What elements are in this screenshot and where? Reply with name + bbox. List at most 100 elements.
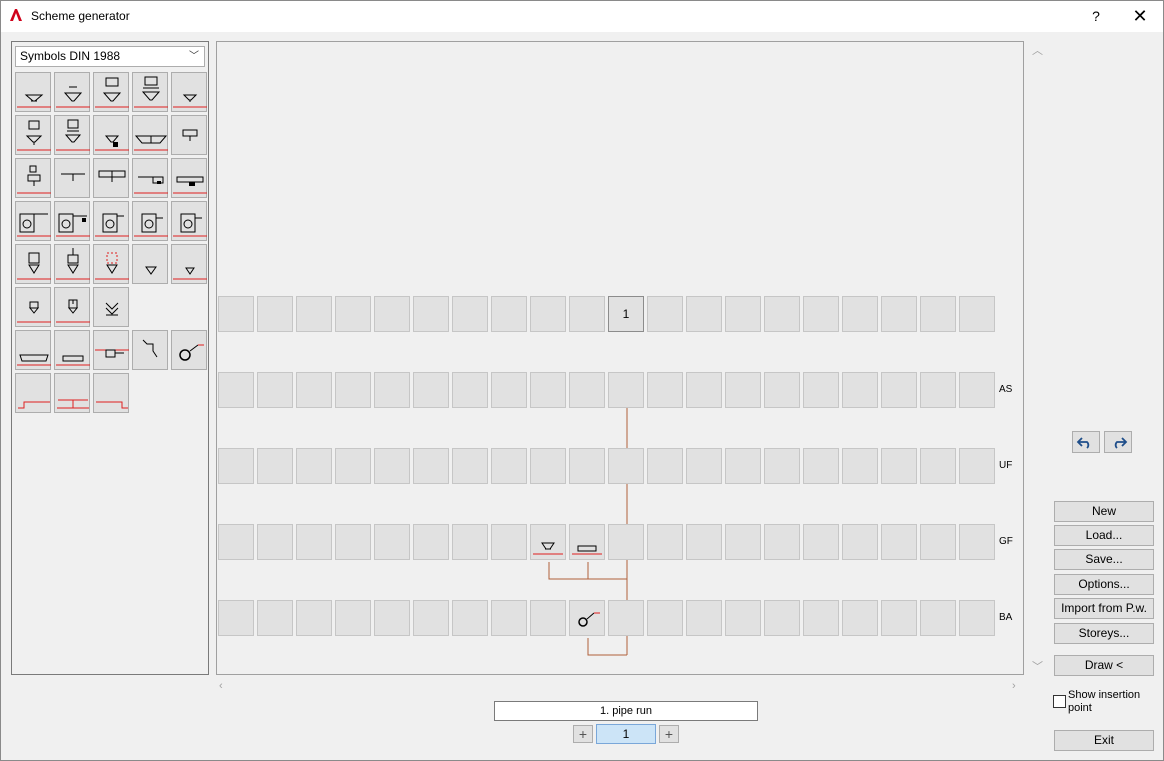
grid-cell[interactable] [413, 600, 449, 636]
grid-cell[interactable] [647, 524, 683, 560]
symbol-wall-basin[interactable] [171, 115, 207, 155]
grid-cell[interactable] [491, 372, 527, 408]
import-button[interactable]: Import from P.w. [1054, 598, 1154, 619]
grid-cell[interactable] [725, 600, 761, 636]
grid-cell[interactable] [608, 600, 644, 636]
show-insertion-point-checkbox[interactable] [1053, 695, 1066, 708]
grid-cell[interactable] [725, 296, 761, 332]
grid-cell[interactable] [764, 372, 800, 408]
grid-cell[interactable] [881, 372, 917, 408]
grid-cell[interactable] [959, 296, 995, 332]
symbol-connection-point[interactable] [93, 244, 129, 284]
grid-cell[interactable] [920, 296, 956, 332]
draw-button[interactable]: Draw < [1054, 655, 1154, 676]
grid-cell[interactable] [764, 524, 800, 560]
symbol-dishwasher[interactable] [54, 201, 90, 241]
symbol-backflow-stop[interactable] [93, 287, 129, 327]
grid-cell[interactable] [413, 448, 449, 484]
scroll-right-icon[interactable]: › [1012, 680, 1016, 692]
symbol-bathtub[interactable] [15, 330, 51, 370]
grid-cell[interactable] [725, 372, 761, 408]
grid-cell[interactable] [296, 600, 332, 636]
grid-cell[interactable] [491, 448, 527, 484]
grid-cell[interactable] [218, 600, 254, 636]
grid-cell[interactable] [686, 600, 722, 636]
grid-cell[interactable] [257, 296, 293, 332]
grid-cell[interactable] [608, 524, 644, 560]
grid-cell[interactable] [569, 296, 605, 332]
grid-cell[interactable] [803, 524, 839, 560]
symbol-pipe-junction[interactable] [93, 330, 129, 370]
grid-cell[interactable] [296, 448, 332, 484]
grid-cell[interactable] [296, 524, 332, 560]
placed-floor-drain[interactable] [530, 524, 566, 560]
grid-cell[interactable] [335, 372, 371, 408]
grid-cell[interactable] [374, 448, 410, 484]
symbol-sink-unit[interactable] [15, 115, 51, 155]
symbol-cleanout[interactable] [171, 330, 207, 370]
grid-cell[interactable] [218, 296, 254, 332]
grid-cell[interactable] [569, 372, 605, 408]
symbol-urinal[interactable] [54, 115, 90, 155]
symbol-floor-transition-tee[interactable] [54, 373, 90, 413]
grid-cell[interactable] [530, 372, 566, 408]
symbol-floor-transition-left[interactable] [15, 373, 51, 413]
help-button[interactable]: ? [1084, 5, 1108, 27]
grid-cell[interactable] [218, 524, 254, 560]
grid-cell[interactable] [647, 448, 683, 484]
grid-cell[interactable] [413, 372, 449, 408]
grid-cell[interactable] [413, 296, 449, 332]
symbol-pipe-offset[interactable] [132, 330, 168, 370]
symbol-water-heater[interactable] [171, 201, 207, 241]
grid-cell[interactable] [881, 448, 917, 484]
symbol-tap-outlet[interactable] [15, 287, 51, 327]
scroll-up-icon[interactable]: ︿ [1032, 42, 1043, 58]
grid-cell[interactable] [296, 372, 332, 408]
grid-cell[interactable] [374, 372, 410, 408]
symbol-drain-with-trap[interactable] [93, 115, 129, 155]
grid-cell[interactable] [764, 600, 800, 636]
grid-cell[interactable] [647, 296, 683, 332]
redo-button[interactable] [1104, 431, 1132, 453]
grid-cell[interactable] [257, 524, 293, 560]
page-increment-button[interactable]: + [659, 725, 679, 743]
grid-cell[interactable] [257, 372, 293, 408]
grid-cell[interactable] [335, 296, 371, 332]
symbol-floor-drain[interactable] [15, 72, 51, 112]
symbol-drain-with-inlet[interactable] [54, 72, 90, 112]
grid-cell[interactable] [803, 448, 839, 484]
grid-cell[interactable] [959, 524, 995, 560]
symbol-shower-tray[interactable] [132, 72, 168, 112]
grid-cell[interactable] [647, 372, 683, 408]
grid-cell[interactable] [725, 448, 761, 484]
grid-cell[interactable] [764, 296, 800, 332]
grid-cell[interactable] [452, 296, 488, 332]
save-button[interactable]: Save... [1054, 549, 1154, 570]
grid-cell[interactable] [881, 600, 917, 636]
grid-cell[interactable] [218, 372, 254, 408]
grid-cell[interactable] [647, 600, 683, 636]
symbol-wall-fitting[interactable] [171, 158, 207, 198]
symbol-roof-vent[interactable] [54, 244, 90, 284]
symbol-outlet-triangle-small[interactable] [171, 244, 207, 284]
grid-cell[interactable] [296, 296, 332, 332]
symbol-outlet-triangle[interactable] [132, 244, 168, 284]
grid-cell[interactable] [452, 600, 488, 636]
close-button[interactable]: ✕ [1127, 5, 1153, 27]
load-button[interactable]: Load... [1054, 525, 1154, 546]
exit-button[interactable]: Exit [1054, 730, 1154, 751]
grid-cell[interactable] [959, 448, 995, 484]
grid-cell[interactable] [803, 600, 839, 636]
grid-cell[interactable] [452, 448, 488, 484]
grid-cell[interactable] [374, 296, 410, 332]
grid-cell[interactable] [374, 600, 410, 636]
symbol-cistern-unit[interactable] [15, 158, 51, 198]
symbol-boiler[interactable] [132, 201, 168, 241]
symbol-small-drain[interactable] [171, 72, 207, 112]
grid-cell[interactable] [920, 372, 956, 408]
grid-cell[interactable] [920, 524, 956, 560]
symbol-wall-outlet[interactable] [54, 158, 90, 198]
undo-button[interactable] [1072, 431, 1100, 453]
grid-cell[interactable] [842, 448, 878, 484]
symbol-tap-with-valve[interactable] [54, 287, 90, 327]
